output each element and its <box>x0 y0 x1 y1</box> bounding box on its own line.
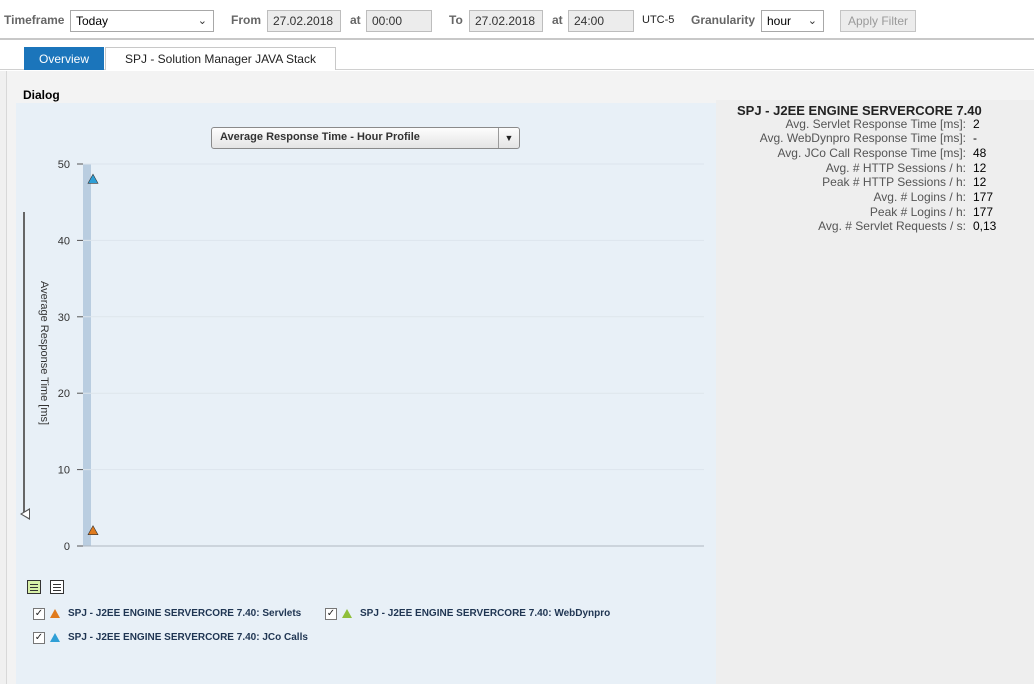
granularity-value: hour <box>767 14 792 28</box>
legend-label: SPJ - J2EE ENGINE SERVERCORE 7.40: WebDy… <box>360 608 611 619</box>
metric-row: Peak # HTTP Sessions / h: 12 <box>716 175 1034 190</box>
metric-value: 0,13 <box>973 219 997 233</box>
y-tick-label: 50 <box>58 159 70 171</box>
y-tick-label: 10 <box>58 465 70 477</box>
metric-label: Peak # HTTP Sessions / h: <box>822 175 966 189</box>
metric-row: Avg. # Servlet Requests / s: 0,13 <box>716 219 1034 234</box>
apply-filter-button[interactable]: Apply Filter <box>840 10 916 32</box>
legend-checkbox[interactable]: ✓ <box>325 608 337 620</box>
legend-label: SPJ - J2EE ENGINE SERVERCORE 7.40: Servl… <box>68 608 302 619</box>
metric-row: Avg. WebDynpro Response Time [ms]: - <box>716 131 1034 146</box>
metrics-title: SPJ - J2EE ENGINE SERVERCORE 7.40 <box>737 103 982 118</box>
metric-value: 48 <box>973 146 987 160</box>
zoom-slider-track[interactable] <box>23 212 25 514</box>
triangle-marker-icon <box>342 609 352 618</box>
metric-label: Avg. Servlet Response Time [ms]: <box>785 117 966 131</box>
chart-title: Average Response Time - Hour Profile <box>220 131 420 143</box>
metric-row: Avg. # HTTP Sessions / h: 12 <box>716 161 1034 176</box>
metric-row: Avg. JCo Call Response Time [ms]: 48 <box>716 146 1034 161</box>
metric-label: Peak # Logins / h: <box>869 205 966 219</box>
details-list-icon[interactable] <box>50 580 64 594</box>
metric-label: Avg. # Logins / h: <box>873 190 966 204</box>
metric-label: Avg. JCo Call Response Time [ms]: <box>777 146 966 160</box>
triangle-marker-icon <box>50 633 60 642</box>
metric-row: Avg. Servlet Response Time [ms]: 2 <box>716 117 1034 132</box>
metric-value: 12 <box>973 161 987 175</box>
y-tick-label: 20 <box>58 388 70 400</box>
zoom-slider-handle[interactable] <box>20 508 30 520</box>
chart-title-dropdown[interactable]: Average Response Time - Hour Profile ▼ <box>211 127 520 149</box>
y-tick-label: 40 <box>58 235 70 247</box>
metric-value: 177 <box>973 190 994 204</box>
chevron-down-icon: ⌄ <box>807 15 817 27</box>
y-tick-label: 0 <box>64 541 70 553</box>
legend-checkbox[interactable]: ✓ <box>33 608 45 620</box>
legend-label: SPJ - J2EE ENGINE SERVERCORE 7.40: JCo C… <box>68 632 308 643</box>
metric-value: 177 <box>973 205 994 219</box>
export-list-icon[interactable] <box>27 580 41 594</box>
triangle-marker-icon <box>50 609 60 618</box>
hour-band <box>83 164 91 546</box>
metric-value: - <box>973 131 977 145</box>
y-axis-label: Average Response Time [ms] <box>38 280 50 426</box>
granularity-select[interactable]: hour ⌄ <box>761 10 824 32</box>
metric-row: Peak # Logins / h: 177 <box>716 205 1034 220</box>
metric-value: 2 <box>973 117 980 131</box>
metric-label: Avg. # HTTP Sessions / h: <box>825 161 966 175</box>
y-tick-label: 30 <box>58 312 70 324</box>
metric-label: Avg. # Servlet Requests / s: <box>818 219 966 233</box>
response-time-chart: 0 10 20 30 40 50 <box>58 159 704 553</box>
metric-row: Avg. # Logins / h: 177 <box>716 190 1034 205</box>
dropdown-arrow-icon[interactable]: ▼ <box>498 128 519 148</box>
metric-label: Avg. WebDynpro Response Time [ms]: <box>759 131 966 145</box>
metric-value: 12 <box>973 175 987 189</box>
legend-checkbox[interactable]: ✓ <box>33 632 45 644</box>
